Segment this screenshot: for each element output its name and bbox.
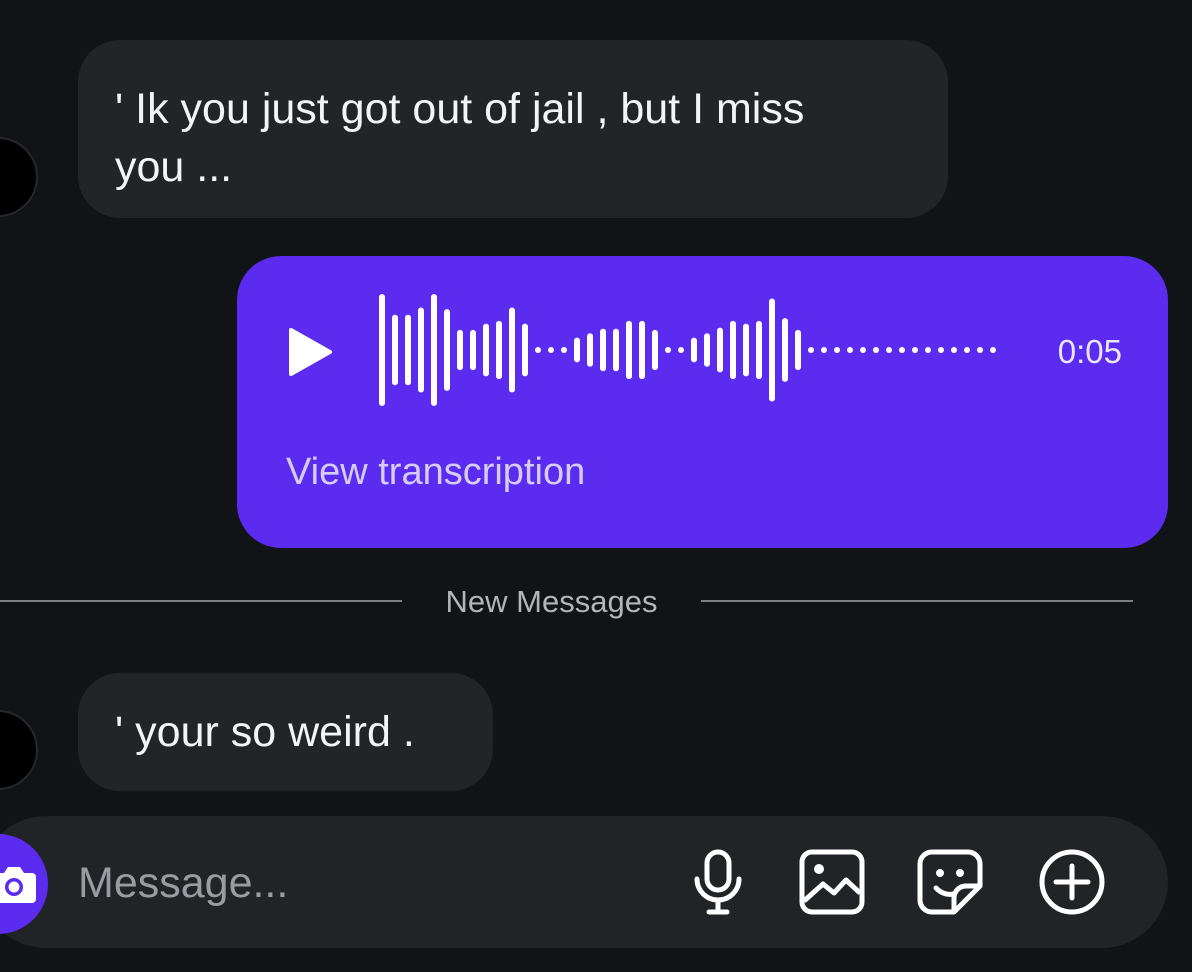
waveform-bar [483,323,489,377]
waveform-bar [912,347,918,353]
play-icon[interactable] [287,327,333,377]
waveform-bar [600,328,606,372]
waveform-bar [808,347,814,353]
voice-duration: 0:05 [1057,333,1122,370]
waveform-bar [665,347,671,353]
waveform-bar [405,314,411,386]
waveform-bar [431,294,437,406]
waveform-bar [678,347,684,353]
waveform-bar [535,347,541,353]
waveform-bar [704,333,710,367]
waveform-bar [379,294,385,406]
waveform-bar [418,307,424,393]
waveform-bar [860,347,866,353]
waveform-bar [782,318,788,382]
waveform-bar [548,347,554,353]
waveform-bar [925,347,931,353]
contact-avatar[interactable] [0,137,38,217]
microphone-icon[interactable] [682,846,754,918]
incoming-message-bubble[interactable]: ' Ik you just got out of jail , but I mi… [78,40,948,218]
waveform[interactable] [377,290,1007,410]
waveform-bar [613,328,619,372]
sticker-icon[interactable] [914,846,986,918]
camera-icon [0,867,36,903]
new-messages-divider-label: New Messages [445,584,658,619]
incoming-message-bubble[interactable]: ' your so weird . [78,673,493,791]
voice-message-bubble[interactable]: 0:05 View transcription [237,256,1168,548]
waveform-bar [951,347,957,353]
waveform-bar [470,329,476,371]
waveform-bar [977,347,983,353]
view-transcription-link[interactable]: View transcription [286,449,585,495]
waveform-bar [717,327,723,373]
waveform-bar [756,320,762,380]
waveform-bar [964,347,970,353]
waveform-bar [821,347,827,353]
waveform-bar [769,298,775,402]
waveform-bar [652,329,658,371]
waveform-bar [626,320,632,380]
waveform-bar [522,323,528,377]
waveform-bar [886,347,892,353]
waveform-bar [587,333,593,367]
waveform-bar [561,347,567,353]
waveform-bar [509,307,515,393]
waveform-bar [691,337,697,363]
waveform-bar [795,329,801,371]
waveform-bar [990,347,996,353]
waveform-bar [444,309,450,391]
waveform-bar [496,320,502,380]
gallery-icon[interactable] [796,846,868,918]
waveform-bar [834,347,840,353]
message-text: ' your so weird . [115,708,415,756]
waveform-bar [847,347,853,353]
waveform-bar [457,329,463,371]
message-input[interactable] [78,853,638,913]
divider-line-right [701,600,1133,602]
message-text: ' Ik you just got out of jail , but I mi… [115,85,805,191]
waveform-bar [873,347,879,353]
divider-line-left [0,600,402,602]
waveform-bar [938,347,944,353]
waveform-bar [639,320,645,380]
waveform-bar [574,337,580,363]
waveform-bar [743,323,749,377]
contact-avatar[interactable] [0,710,38,790]
plus-circle-icon[interactable] [1036,846,1108,918]
waveform-bar [899,347,905,353]
waveform-bar [730,320,736,380]
waveform-bar [392,314,398,386]
